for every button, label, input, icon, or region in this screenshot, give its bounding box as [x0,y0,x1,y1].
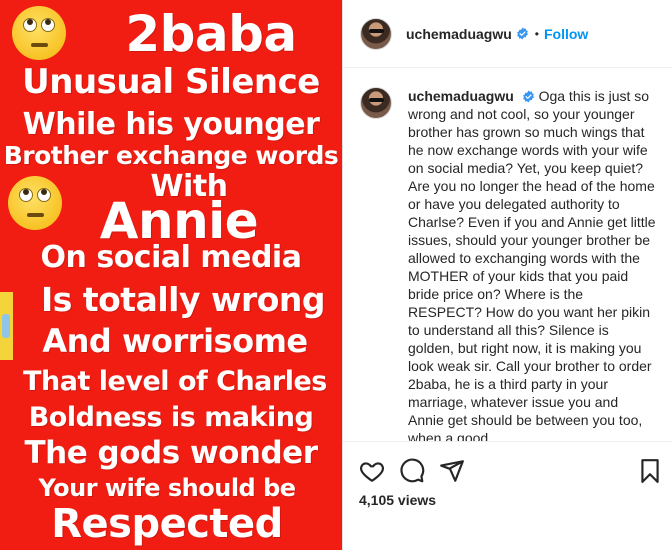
image-text-line: Boldness is making [28,402,314,433]
caption-username[interactable]: uchemaduagwu [408,88,514,104]
verified-badge-icon [516,27,528,40]
caption-text: Oga this is just so wrong and not cool, … [408,88,656,441]
avatar[interactable] [360,87,392,119]
image-text-line: Respected [51,501,283,547]
follow-button[interactable]: Follow [544,26,588,42]
image-text-line: 2baba [125,5,297,63]
caption-area: uchemaduagwu Oga this is just so wrong a… [343,69,672,441]
image-text-line: Unusual Silence [22,62,320,102]
action-bar: 4,105 views [343,441,672,550]
image-text-line: Is totally wrong [40,280,326,319]
header-username[interactable]: uchemaduagwu [406,26,512,42]
post-header: uchemaduagwu • Follow [343,0,672,68]
image-text-line: On social media [40,240,302,275]
post-side-panel: uchemaduagwu • Follow uchemaduagwu Oga t… [342,0,672,550]
views-count[interactable]: 4,105 views [359,492,436,508]
caption-comment: uchemaduagwu Oga this is just so wrong a… [360,87,657,441]
share-paper-plane-icon[interactable] [439,458,465,484]
image-text-line: Brother exchange words [3,141,339,170]
avatar[interactable] [360,17,392,50]
caption-body: uchemaduagwu Oga this is just so wrong a… [408,87,656,441]
image-text-line: And worrisome [42,322,308,360]
comment-bubble-icon[interactable] [399,458,425,484]
image-text-line: While his younger [22,107,320,142]
verified-badge-icon [522,90,534,103]
save-bookmark-icon[interactable] [637,458,663,484]
image-text-line: The gods wonder [24,435,318,471]
like-heart-icon[interactable] [359,458,385,484]
separator-dot: • [534,26,539,41]
image-text-line: That level of Charles [23,366,327,397]
post-image[interactable]: 2baba Unusual Silence While his younger … [0,0,342,550]
